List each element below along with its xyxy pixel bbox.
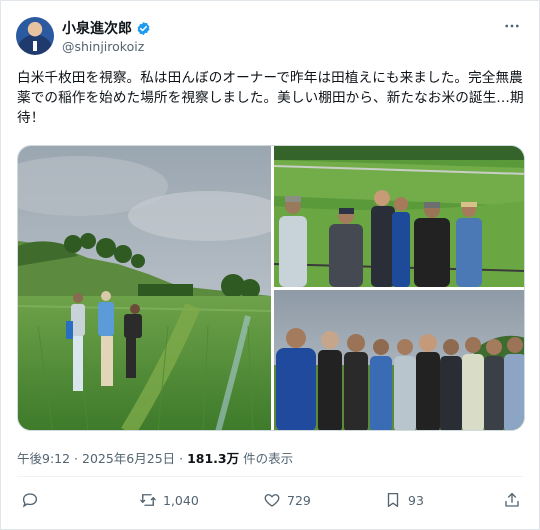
verified-badge-icon — [137, 21, 150, 35]
media-grid — [17, 145, 525, 431]
share-icon — [505, 492, 519, 507]
group-standing-photo[interactable] — [274, 290, 524, 430]
bookmark-icon — [387, 492, 399, 508]
divider — [17, 476, 523, 477]
author-name-row: 小泉進次郎 — [62, 18, 151, 38]
author-handle[interactable]: @shinjirokoiz — [62, 39, 144, 54]
bookmark-count: 93 — [408, 492, 424, 508]
reply-button[interactable] — [21, 491, 39, 509]
avatar[interactable] — [16, 17, 54, 55]
views-label: 件の表示 — [239, 451, 294, 466]
views-count: 181.3万 — [187, 451, 240, 466]
share-button[interactable] — [503, 491, 521, 509]
post-date[interactable]: 2025年6月25日 — [82, 451, 175, 466]
reply-icon — [22, 493, 38, 508]
author-display-name[interactable]: 小泉進次郎 — [62, 18, 132, 38]
bookmark-button[interactable]: 93 — [384, 491, 424, 509]
post-meta: 午後9:12 · 2025年6月25日 · 181.3万 件の表示 — [17, 448, 293, 467]
retweet-icon — [140, 494, 156, 506]
like-count: 729 — [287, 492, 311, 508]
like-button[interactable]: 729 — [263, 491, 311, 509]
tweet-card: 小泉進次郎 @shinjirokoiz 白米千枚田を視察。私は田んぼのオーナーで… — [0, 0, 540, 530]
more-options-icon[interactable] — [501, 15, 523, 37]
heart-icon — [264, 494, 280, 507]
meta-separator: · — [70, 451, 82, 466]
tweet-text: 白米千枚田を視察。私は田んぼのオーナーで昨年は田植えにも来ました。完全無農薬での… — [17, 70, 524, 126]
retweet-button[interactable]: 1,040 — [139, 491, 199, 509]
rice-terrace-field-photo[interactable] — [18, 146, 271, 430]
meta-separator-2: · — [175, 451, 188, 466]
retweet-count: 1,040 — [163, 492, 199, 508]
group-on-hillside-photo[interactable] — [274, 146, 524, 287]
post-time[interactable]: 午後9:12 — [17, 451, 70, 466]
